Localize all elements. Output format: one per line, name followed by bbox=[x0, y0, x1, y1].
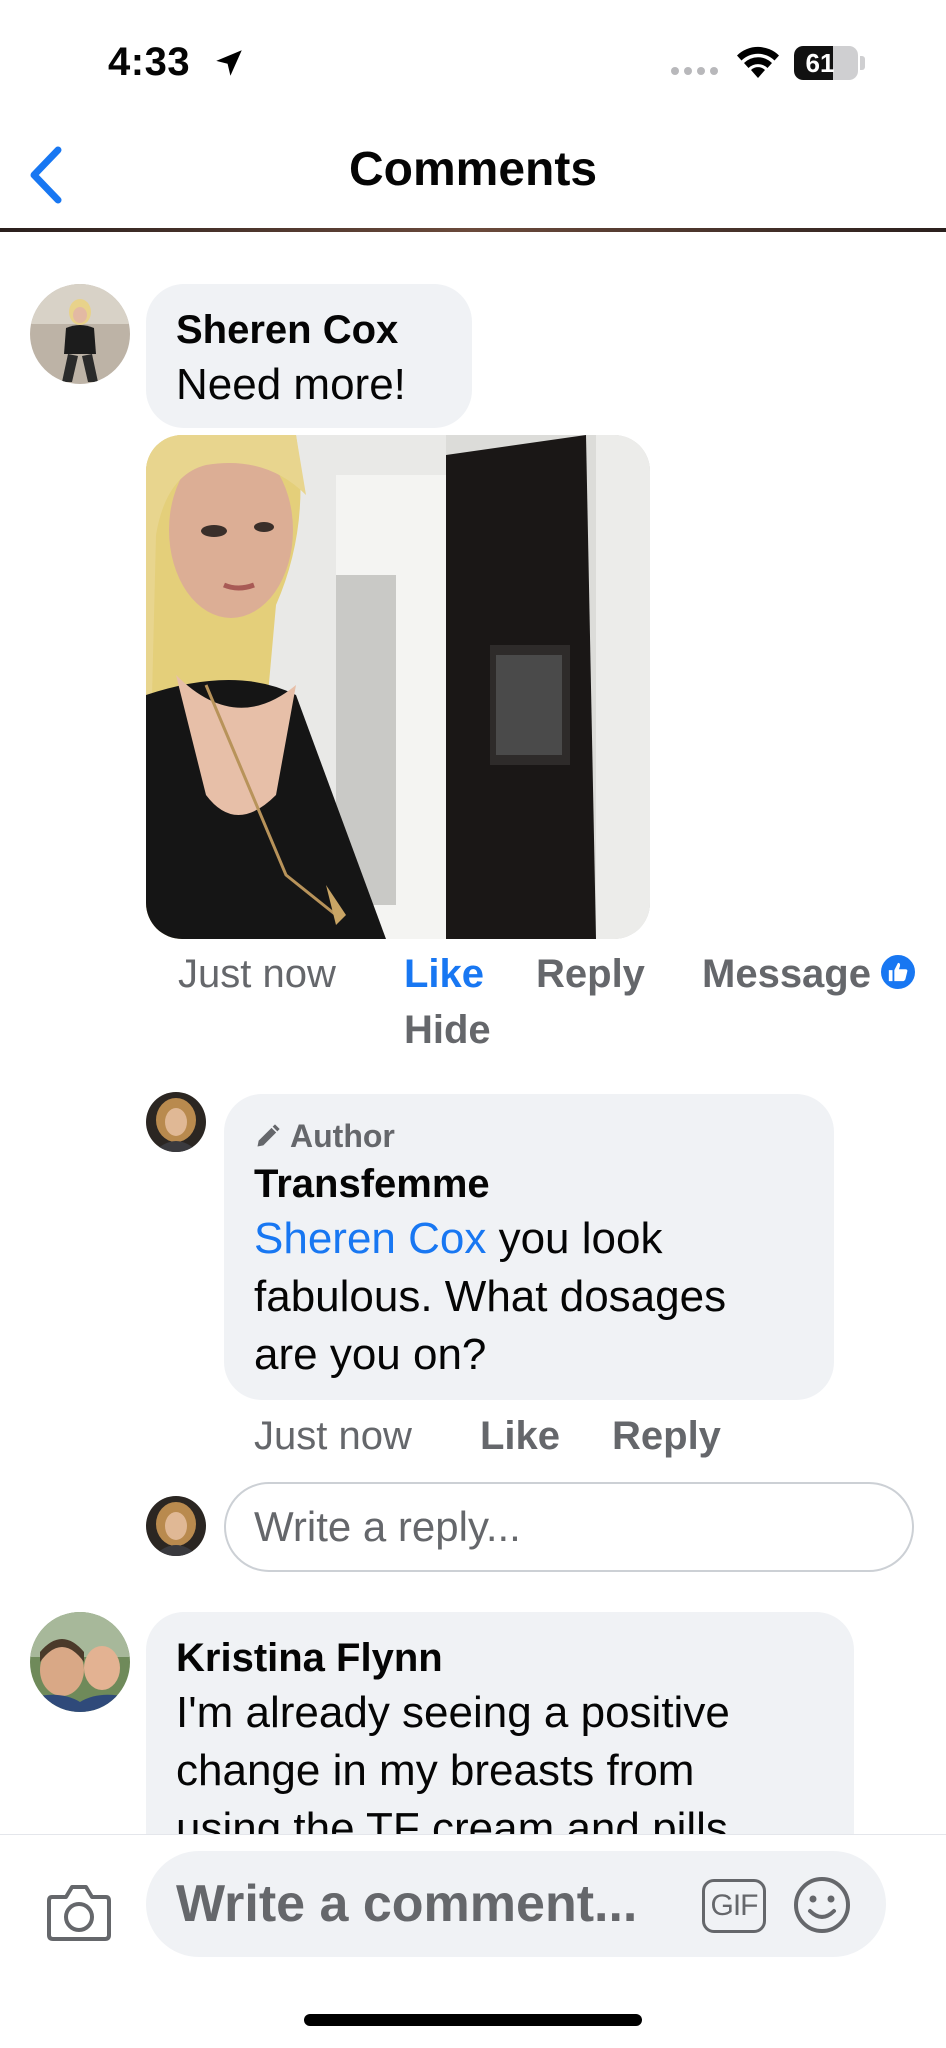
reply-text-line1: you look bbox=[486, 1214, 663, 1263]
location-arrow-icon bbox=[216, 50, 242, 76]
wifi-icon bbox=[737, 46, 779, 78]
comment-actions: Just now Like Reply Message Hide bbox=[178, 952, 898, 1062]
reply-author-name[interactable]: Transfemme bbox=[254, 1158, 804, 1210]
hide-button[interactable]: Hide bbox=[404, 1008, 491, 1053]
comment3-author-name[interactable]: Kristina Flynn bbox=[176, 1632, 824, 1684]
smiley-icon[interactable] bbox=[792, 1875, 852, 1935]
author-badge: Author bbox=[254, 1114, 804, 1158]
battery-cap bbox=[860, 56, 865, 70]
reply-text-line3: are you on? bbox=[254, 1330, 487, 1379]
reply-like-button[interactable]: Like bbox=[480, 1414, 560, 1459]
thumbs-up-icon bbox=[888, 962, 908, 982]
comment-placeholder: Write a comment... bbox=[176, 1875, 638, 1933]
battery-indicator: 61 bbox=[794, 46, 858, 80]
reply-bubble: Author Transfemme Sheren Cox you look fa… bbox=[224, 1094, 834, 1400]
author-badge-label: Author bbox=[290, 1118, 395, 1154]
reply-time: Just now bbox=[254, 1414, 412, 1458]
avatar-kristina-flynn[interactable] bbox=[30, 1612, 130, 1712]
comment-time: Just now bbox=[178, 952, 336, 996]
comment-bubble: Sheren Cox Need more! bbox=[146, 284, 472, 428]
camera-icon[interactable] bbox=[46, 1881, 112, 1943]
comment-input[interactable]: Write a comment... GIF bbox=[146, 1851, 886, 1957]
status-time: 4:33 bbox=[108, 40, 191, 84]
comment3-text-line1: I'm already seeing a positive bbox=[176, 1688, 730, 1737]
like-button[interactable]: Like bbox=[404, 952, 484, 997]
header-divider bbox=[0, 228, 946, 232]
reply-button[interactable]: Reply bbox=[536, 952, 645, 997]
comment-photo[interactable] bbox=[146, 435, 650, 939]
reply-input[interactable]: Write a reply... bbox=[224, 1482, 914, 1572]
header: Comments bbox=[0, 120, 946, 230]
page-title: Comments bbox=[348, 143, 598, 196]
comment-text: Need more! bbox=[176, 360, 406, 409]
comment3-text-line2: change in my breasts from bbox=[176, 1746, 695, 1795]
comment-author-name[interactable]: Sheren Cox bbox=[176, 304, 442, 356]
reply-reply-button[interactable]: Reply bbox=[612, 1414, 721, 1459]
like-reaction-badge[interactable] bbox=[878, 952, 918, 992]
avatar-current-user bbox=[146, 1496, 206, 1556]
message-button[interactable]: Message bbox=[702, 952, 871, 997]
pencil-icon bbox=[257, 1124, 280, 1147]
battery-percent: 61 bbox=[805, 48, 835, 78]
status-bar: 4:33 61 bbox=[0, 0, 946, 120]
cellular-signal-icon bbox=[671, 67, 718, 75]
gif-button[interactable]: GIF bbox=[702, 1879, 766, 1933]
comment-bubble-3: Kristina Flynn I'm already seeing a posi… bbox=[146, 1612, 854, 1872]
avatar-sheren-cox[interactable] bbox=[30, 284, 130, 384]
mention-link[interactable]: Sheren Cox bbox=[254, 1214, 486, 1263]
avatar-transfemme[interactable] bbox=[146, 1092, 206, 1152]
reply-actions: Just now Like Reply bbox=[254, 1414, 854, 1470]
reply-text: Sheren Cox you look bbox=[254, 1210, 804, 1268]
reply-text-line2: fabulous. What dosages bbox=[254, 1272, 727, 1321]
home-indicator bbox=[304, 2014, 642, 2026]
